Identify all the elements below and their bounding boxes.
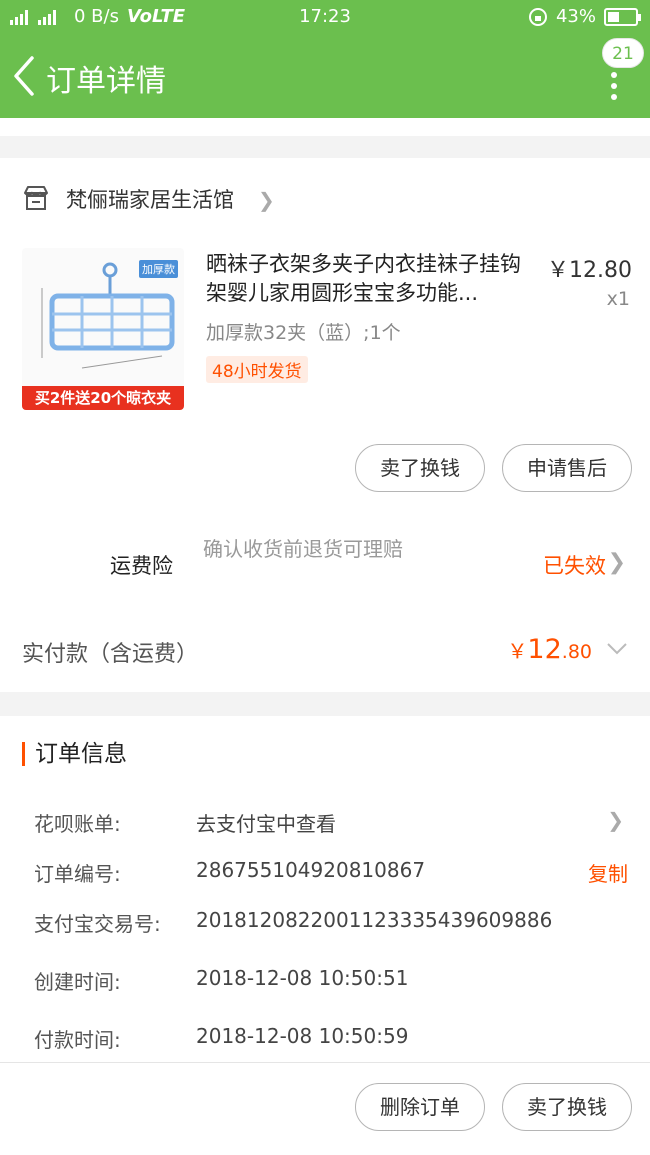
insurance-label: 运费险 (110, 554, 173, 578)
order-info-card: 订单信息 花呗账单: 去支付宝中查看 ❯ 订单编号: 2867551049208… (0, 716, 650, 1062)
after-sale-button[interactable]: 申请售后 (502, 444, 632, 492)
info-value: 2018120822001123335439609886 (196, 908, 553, 932)
info-value: 286755104920810867 (196, 858, 426, 882)
info-key: 付款时间: (34, 1028, 121, 1052)
thumbnail-promo-banner: 买2件送20个晾衣夹 (22, 386, 184, 410)
rotation-lock-icon (528, 7, 547, 26)
info-key: 支付宝交易号: (34, 912, 161, 936)
battery-percent: 43% (555, 6, 596, 27)
product-price: ￥12.80 (547, 258, 632, 283)
title-bar: 订单详情 21 (0, 34, 650, 118)
sell-button-bottom[interactable]: 卖了换钱 (502, 1083, 632, 1131)
app-header: 0 B/s VoLTE 17:23 43% 订单详情 21 (0, 0, 650, 118)
order-card: 梵俪瑞家居生活馆 ❯ 加厚款 买2件送20个晾衣夹 晒袜子衣架多夹子内衣挂袜子挂… (0, 158, 650, 692)
thumbnail-tag: 加厚款 (139, 260, 178, 278)
battery-icon (604, 7, 641, 26)
paid-amount-integer: 12 (527, 634, 562, 665)
info-row-paid: 付款时间: 2018-12-08 10:50:59 (0, 1024, 650, 1054)
sell-button[interactable]: 卖了换钱 (355, 444, 485, 492)
info-value: 2018-12-08 10:50:51 (196, 966, 409, 990)
page-title: 订单详情 (46, 64, 166, 99)
product-quantity: x1 (606, 288, 630, 310)
info-row-huabei[interactable]: 花呗账单: 去支付宝中查看 ❯ (0, 808, 650, 838)
insurance-status[interactable]: 已失效 (543, 550, 606, 580)
more-menu-icon[interactable] (608, 72, 620, 102)
shop-row[interactable]: 梵俪瑞家居生活馆 ❯ (0, 176, 650, 222)
shipping-tag: 48小时发货 (206, 356, 308, 383)
info-key: 订单编号: (34, 862, 121, 886)
paid-currency: ￥ (507, 639, 528, 663)
message-badge[interactable]: 21 (602, 38, 644, 68)
info-row-created: 创建时间: 2018-12-08 10:50:51 (0, 966, 650, 996)
top-strip (0, 118, 650, 136)
info-row-order-number: 订单编号: 286755104920810867 复制 (0, 858, 650, 888)
chevron-right-icon: ❯ (258, 188, 275, 212)
copy-button[interactable]: 复制 (588, 858, 628, 887)
info-value: 去支付宝中查看 (196, 812, 336, 836)
status-bar: 0 B/s VoLTE 17:23 43% (0, 0, 650, 34)
chevron-right-icon: ❯ (607, 808, 624, 832)
info-row-alipay-trade: 支付宝交易号: 2018120822001123335439609886 (0, 908, 650, 938)
paid-label: 实付款（含运费） (22, 642, 199, 667)
shop-name: 梵俪瑞家居生活馆 (66, 188, 234, 212)
info-key: 花呗账单: (34, 812, 121, 836)
status-right: 43% (528, 6, 641, 27)
back-icon[interactable] (8, 54, 42, 98)
chevron-right-icon[interactable]: ❯ (608, 550, 626, 575)
paid-amount: ￥12.80 (507, 634, 592, 665)
product-thumbnail[interactable]: 加厚款 买2件送20个晾衣夹 (22, 248, 184, 410)
info-value: 2018-12-08 10:50:59 (196, 1024, 409, 1048)
order-info-title: 订单信息 (22, 742, 127, 766)
product-spec: 加厚款32夹（蓝）;1个 (206, 322, 401, 344)
delete-order-button[interactable]: 删除订单 (355, 1083, 485, 1131)
bottom-action-bar: 删除订单 卖了换钱 (0, 1062, 650, 1155)
insurance-desc: 确认收货前退货可理赔 (203, 537, 403, 561)
paid-amount-decimal: .80 (561, 641, 592, 663)
product-title[interactable]: 晒袜子衣架多夹子内衣挂袜子挂钩架婴儿家用圆形宝宝多功能... (206, 250, 536, 308)
store-icon (24, 186, 48, 210)
info-key: 创建时间: (34, 970, 121, 994)
chevron-down-icon[interactable] (606, 642, 628, 656)
